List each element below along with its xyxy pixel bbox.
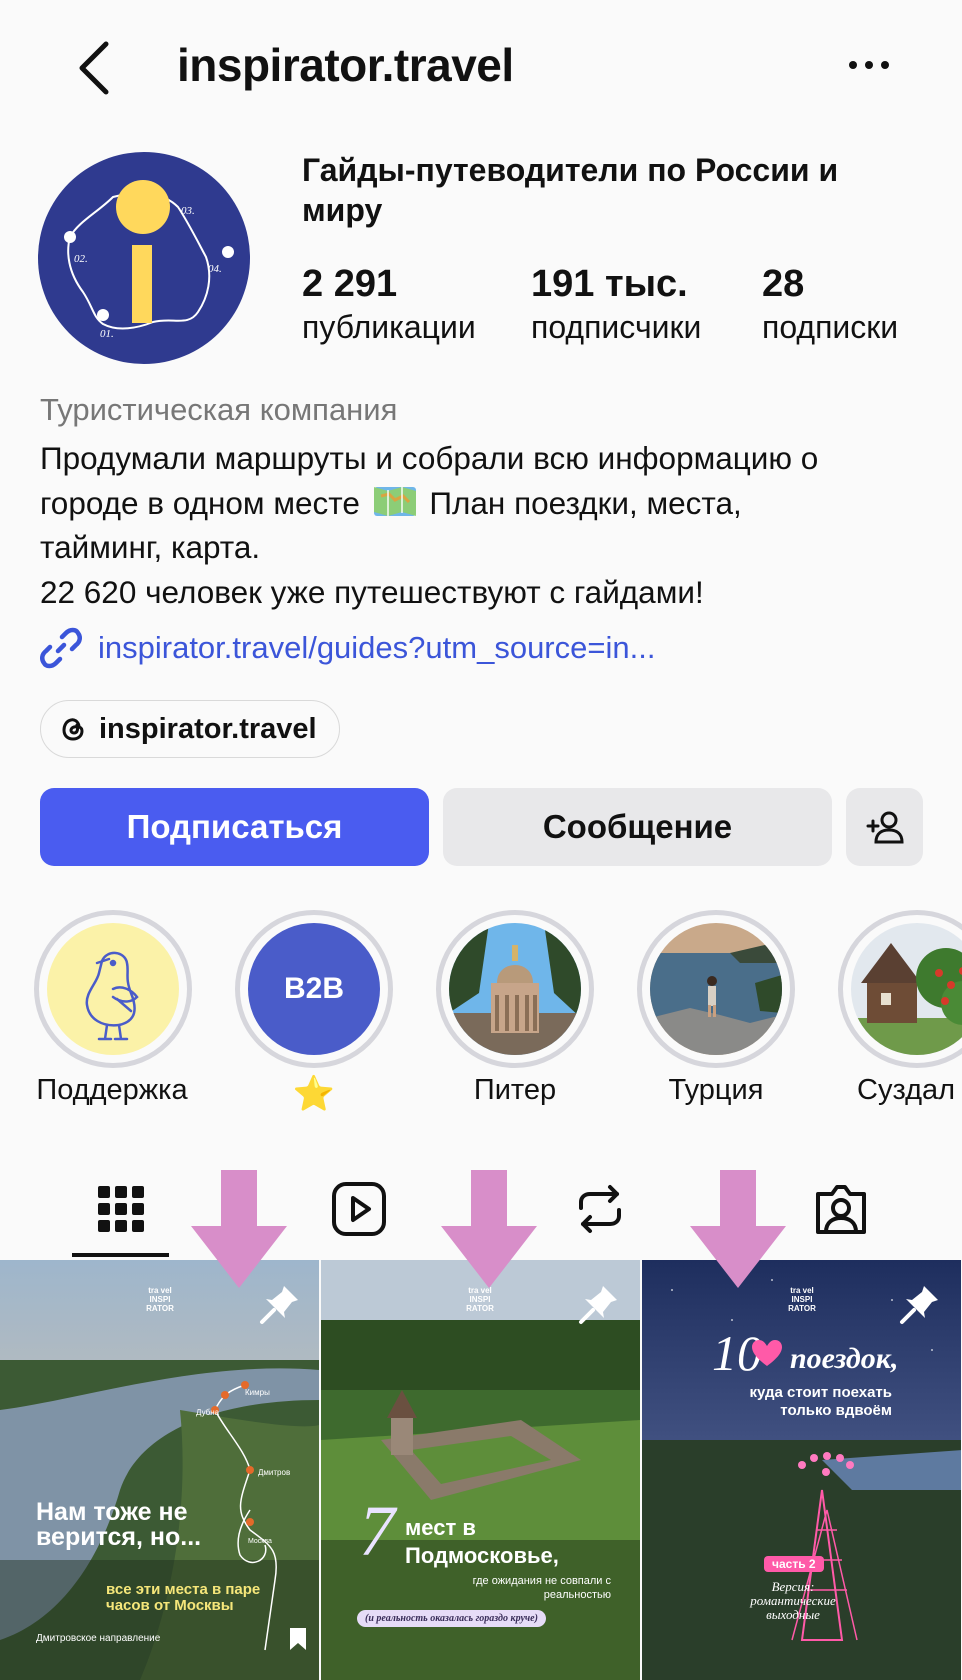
profile-header: inspirator.travel bbox=[0, 0, 962, 130]
message-button[interactable]: Сообщение bbox=[443, 788, 832, 866]
arrow-down-icon bbox=[441, 1170, 537, 1288]
avatar-label: 01. bbox=[100, 328, 114, 340]
stat-posts[interactable]: 2 291 публикации bbox=[302, 262, 476, 348]
grid-icon[interactable] bbox=[90, 1178, 152, 1240]
highlight-cover bbox=[47, 923, 179, 1055]
stat-label: публикации bbox=[302, 309, 476, 345]
reposts-icon[interactable] bbox=[569, 1178, 631, 1240]
more-horizontal-icon[interactable] bbox=[845, 50, 895, 80]
inspirator-logo-icon: 03. 02. 04. 01. bbox=[38, 152, 250, 364]
bio-line: тайминг, карта. bbox=[40, 529, 261, 565]
arrow-down-icon bbox=[690, 1170, 786, 1288]
pin-icon bbox=[260, 1286, 298, 1324]
bio-line: городе в одном месте План поездки, места… bbox=[40, 481, 940, 526]
stat-label: подписчики bbox=[531, 309, 702, 345]
bookmark-icon bbox=[290, 1628, 306, 1650]
stat-following[interactable]: 28 подписки bbox=[762, 262, 898, 348]
arrow-down-icon bbox=[191, 1170, 287, 1288]
profile-link-text: inspirator.travel/guides?utm_source=in..… bbox=[98, 630, 656, 665]
bio-text: городе в одном месте bbox=[40, 484, 360, 521]
profile-name: Гайды-путеводители по России и миру bbox=[302, 152, 839, 228]
posts-grid: tra vel INSPI RATOR Кимры Дубна Дмитров … bbox=[0, 1260, 962, 1680]
map-label: Москва bbox=[248, 1538, 272, 1545]
post-footer: Дмитровское направление bbox=[36, 1633, 161, 1644]
sea-photo-icon bbox=[650, 923, 782, 1055]
highlight-cover bbox=[650, 923, 782, 1055]
map-label: Дмитров bbox=[258, 1468, 291, 1477]
threads-badge[interactable]: inspirator.travel bbox=[40, 700, 340, 758]
profile-link[interactable]: inspirator.travel/guides?utm_source=in..… bbox=[40, 626, 655, 670]
b2b-badge: B2B bbox=[283, 972, 344, 1005]
highlight-label: ⭐ bbox=[292, 1075, 336, 1113]
add-user-icon bbox=[866, 811, 904, 844]
post-part-badge: часть 2 bbox=[764, 1556, 824, 1572]
post-headline: Нам тоже не верится, но... bbox=[36, 1498, 202, 1551]
chevron-left-icon[interactable] bbox=[70, 38, 120, 98]
highlight-piter[interactable] bbox=[436, 910, 594, 1068]
highlight-cover bbox=[851, 923, 962, 1055]
threads-icon bbox=[62, 718, 84, 741]
map-label: Дубна bbox=[196, 1408, 220, 1417]
highlight-cover: B2B bbox=[248, 923, 380, 1055]
pin-icon bbox=[579, 1286, 617, 1324]
cathedral-photo-icon bbox=[449, 923, 581, 1055]
highlight-support[interactable] bbox=[34, 910, 192, 1068]
post-tile[interactable]: tra vel INSPI RATOR Кимры Дубна Дмитров … bbox=[0, 1260, 319, 1680]
add-user-button[interactable] bbox=[846, 788, 923, 866]
highlight-turkey[interactable] bbox=[637, 910, 795, 1068]
pin-icon bbox=[900, 1286, 938, 1324]
post-highlight: все эти места в паре часов от Москвы bbox=[106, 1581, 261, 1614]
heart-icon bbox=[752, 1340, 782, 1366]
active-tab-indicator bbox=[72, 1253, 169, 1257]
post-tile[interactable]: tra vel INSPI RATOR 10 поездок, куда сто… bbox=[642, 1260, 961, 1680]
highlight-label: Суздал bbox=[857, 1074, 956, 1106]
profile-username: inspirator.travel bbox=[177, 39, 514, 91]
tagged-icon[interactable] bbox=[810, 1178, 872, 1240]
highlight-label: Турция bbox=[668, 1074, 764, 1106]
bio-line: Продумали маршруты и собрали всю информа… bbox=[40, 440, 819, 476]
post-number: 7 bbox=[359, 1491, 395, 1571]
map-icon bbox=[373, 486, 416, 516]
post-headline: поездок, bbox=[790, 1342, 899, 1375]
post-brand: tra vel INSPI RATOR bbox=[466, 1286, 494, 1313]
post-subtitle: куда стоит поехать только вдвоём bbox=[749, 1384, 892, 1419]
avatar[interactable]: 03. 02. 04. 01. bbox=[38, 152, 250, 364]
highlight-b2b[interactable]: B2B bbox=[235, 910, 393, 1068]
wooden-house-photo-icon bbox=[851, 923, 962, 1055]
bio-line: 22 620 человек уже путешествуют с гайдам… bbox=[40, 573, 704, 610]
highlight-suzdal[interactable] bbox=[838, 910, 962, 1068]
post-brand: tra vel INSPI RATOR bbox=[146, 1286, 174, 1313]
post-version: Версия: романтические выходные bbox=[750, 1579, 836, 1622]
post-headline: мест в Подмосковье, bbox=[405, 1515, 559, 1568]
threads-handle: inspirator.travel bbox=[99, 712, 317, 745]
stat-value: 191 тыс. bbox=[531, 263, 688, 305]
highlight-label: Поддержка bbox=[36, 1074, 188, 1106]
bio-text: План поездки, места, bbox=[429, 484, 742, 521]
profile-bio: Продумали маршруты и собрали всю информа… bbox=[40, 436, 940, 614]
post-brand: tra vel INSPI RATOR bbox=[788, 1286, 816, 1313]
post-pill: (и реальность оказалась гораздо круче) bbox=[357, 1610, 546, 1627]
seagull-illustration-icon bbox=[47, 923, 179, 1055]
stat-value: 28 bbox=[762, 263, 805, 305]
post-tile[interactable]: tra vel INSPI RATOR 7 мест в Подмосковье… bbox=[321, 1260, 640, 1680]
post-subtitle: где ожидания не совпали с реальностью bbox=[472, 1575, 611, 1601]
avatar-label: 03. bbox=[181, 205, 195, 217]
follow-button[interactable]: Подписаться bbox=[40, 788, 429, 866]
stat-followers[interactable]: 191 тыс. подписчики bbox=[531, 262, 701, 348]
link-icon bbox=[40, 627, 82, 669]
reels-icon[interactable] bbox=[328, 1178, 390, 1240]
map-label: Кимры bbox=[245, 1388, 270, 1397]
avatar-label: 04. bbox=[208, 263, 222, 275]
profile-category: Туристическая компания bbox=[40, 392, 398, 427]
stat-value: 2 291 bbox=[302, 263, 398, 305]
stat-label: подписки bbox=[762, 309, 899, 345]
highlight-label: Питер bbox=[473, 1074, 557, 1106]
highlight-cover bbox=[449, 923, 581, 1055]
avatar-label: 02. bbox=[74, 253, 88, 265]
